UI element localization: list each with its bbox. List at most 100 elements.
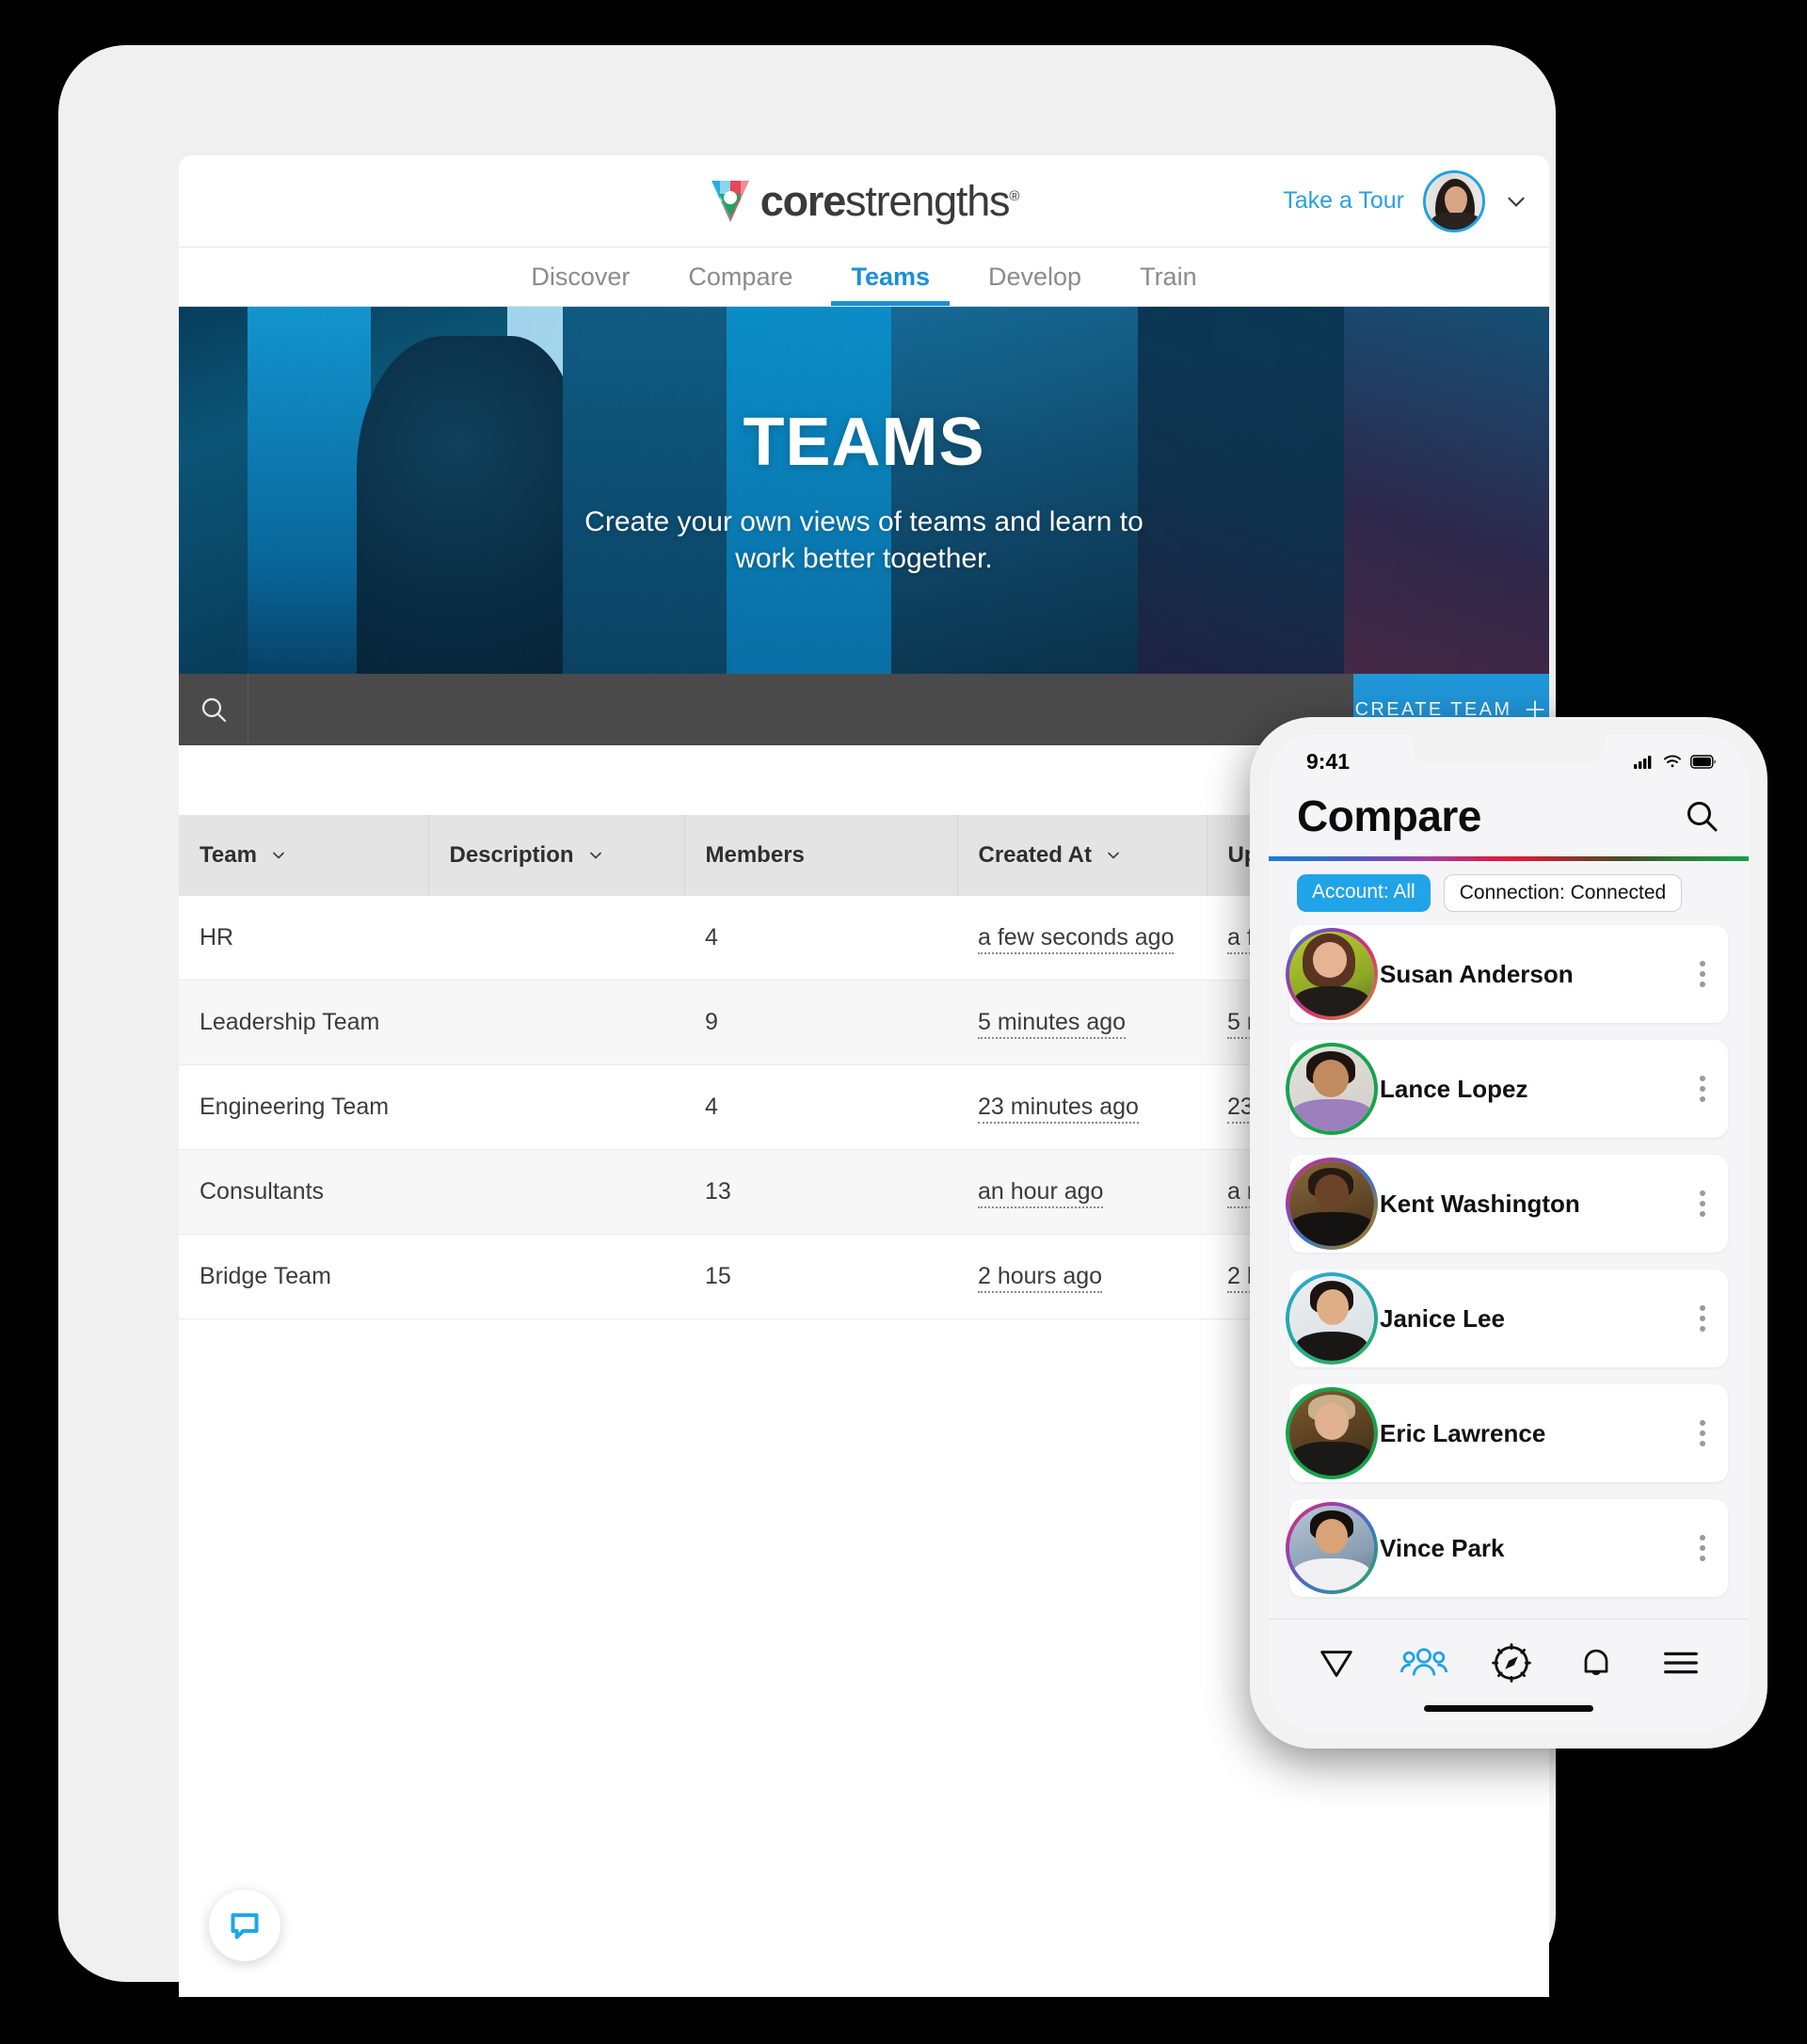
list-item[interactable]: Janice Lee (1286, 1270, 1728, 1367)
column-header-created-at-label: Created At (978, 842, 1092, 868)
cell-created-at: 5 minutes ago (957, 980, 1207, 1065)
nav-item-develop[interactable]: Develop (959, 248, 1111, 306)
search-icon[interactable] (1683, 797, 1720, 835)
phone-screen: 9:41 Compare Account: All Connection: Co… (1269, 734, 1749, 1732)
column-header-team-label: Team (200, 842, 257, 868)
cell-team: HR (179, 896, 428, 981)
kebab-menu-icon[interactable] (1700, 961, 1705, 987)
kebab-menu-icon[interactable] (1700, 1190, 1705, 1217)
person-name: Eric Lawrence (1380, 1418, 1546, 1447)
avatar (1286, 1387, 1378, 1479)
cell-members: 9 (684, 980, 957, 1065)
nav-item-teams[interactable]: Teams (822, 248, 959, 306)
column-header-members[interactable]: Members (684, 815, 958, 896)
chip-account-filter[interactable]: Account: All (1297, 874, 1431, 912)
avatar (1286, 1502, 1378, 1594)
status-bar-icons (1634, 754, 1717, 769)
cell-members: 15 (684, 1234, 957, 1319)
cell-created-at: a few seconds ago (957, 896, 1207, 981)
list-item[interactable]: Kent Washington (1286, 1155, 1728, 1253)
kebab-menu-icon[interactable] (1700, 1535, 1705, 1561)
avatar-image (1426, 172, 1482, 230)
avatar (1286, 928, 1378, 1020)
people-list[interactable]: Susan Anderson Lance Lopez Kent Washingt… (1269, 921, 1749, 1619)
page-title: Compare (1297, 791, 1481, 840)
take-a-tour-link[interactable]: Take a Tour (1283, 187, 1404, 215)
avatar (1286, 1272, 1378, 1365)
chat-bubble-icon (231, 1913, 259, 1940)
kebab-menu-icon[interactable] (1700, 1420, 1705, 1446)
corestrengths-logo[interactable]: corestrengths® (710, 177, 1020, 225)
person-name: Lance Lopez (1380, 1074, 1528, 1103)
search-input-cell[interactable] (248, 674, 1353, 745)
kebab-menu-icon[interactable] (1700, 1305, 1705, 1332)
chat-widget-button[interactable] (209, 1890, 280, 1961)
column-header-description-label: Description (449, 842, 574, 868)
created-at-value[interactable]: an hour ago (978, 1178, 1104, 1208)
phone-device-frame: 9:41 Compare Account: All Connection: Co… (1250, 717, 1767, 1749)
cell-members: 4 (684, 1064, 957, 1150)
main-nav: Discover Compare Teams Develop Train (179, 248, 1549, 307)
cell-description (428, 1149, 684, 1235)
nav-item-train[interactable]: Train (1111, 248, 1226, 306)
chevron-down-icon (1108, 852, 1119, 859)
bell-icon[interactable] (1575, 1641, 1617, 1685)
cell-description (428, 1234, 684, 1319)
column-header-created-at[interactable]: Created At (957, 815, 1207, 896)
search-icon-cell[interactable] (179, 674, 248, 745)
hamburger-menu-icon[interactable] (1659, 1641, 1703, 1685)
people-group-icon[interactable] (1399, 1641, 1447, 1685)
created-at-value[interactable]: 5 minutes ago (978, 1009, 1127, 1039)
created-at-value[interactable]: 23 minutes ago (978, 1094, 1139, 1124)
nav-item-discover[interactable]: Discover (502, 248, 659, 306)
kebab-menu-icon[interactable] (1700, 1076, 1705, 1102)
triangle-down-icon[interactable] (1315, 1641, 1358, 1685)
person-name: Susan Anderson (1380, 959, 1574, 988)
phone-status-bar: 9:41 (1269, 734, 1749, 785)
avatar[interactable] (1423, 169, 1485, 232)
cellular-signal-icon (1634, 756, 1652, 769)
column-header-description[interactable]: Description (428, 815, 685, 896)
cell-team: Consultants (179, 1149, 428, 1235)
avatar (1286, 1043, 1378, 1135)
list-item[interactable]: Eric Lawrence (1286, 1384, 1728, 1482)
list-item[interactable]: Lance Lopez (1286, 1040, 1728, 1138)
nav-item-compare[interactable]: Compare (659, 248, 822, 306)
cell-team: Bridge Team (179, 1234, 428, 1319)
status-bar-time: 9:41 (1306, 748, 1351, 774)
phone-bottom-nav (1269, 1619, 1749, 1705)
search-icon (201, 697, 226, 723)
app-header: corestrengths® Take a Tour (179, 155, 1549, 248)
logo-strengths: strengths (845, 177, 1011, 225)
cell-description (428, 896, 684, 981)
cell-created-at: an hour ago (957, 1149, 1207, 1235)
column-header-team[interactable]: Team (179, 815, 429, 896)
chevron-down-icon (589, 852, 601, 859)
search-input[interactable] (265, 696, 1336, 723)
cell-team: Leadership Team (179, 980, 428, 1065)
hero-title: TEAMS (743, 405, 985, 480)
home-indicator[interactable] (1424, 1705, 1593, 1712)
created-at-value[interactable]: a few seconds ago (978, 924, 1175, 954)
person-name: Vince Park (1380, 1533, 1505, 1562)
filter-chips-row: Account: All Connection: Connected (1269, 861, 1749, 921)
chevron-down-icon (273, 852, 284, 859)
wifi-icon (1664, 755, 1681, 768)
cell-created-at: 23 minutes ago (957, 1064, 1207, 1150)
cell-created-at: 2 hours ago (957, 1234, 1207, 1319)
chip-connection-filter[interactable]: Connection: Connected (1443, 874, 1683, 912)
list-item[interactable]: Vince Park (1286, 1499, 1728, 1597)
hero-subtitle: Create your own views of teams and learn… (584, 506, 1143, 574)
list-item[interactable]: Susan Anderson (1286, 925, 1728, 1023)
cell-description (428, 1064, 684, 1150)
compass-icon[interactable] (1490, 1641, 1533, 1685)
chevron-down-icon[interactable] (1504, 189, 1528, 214)
screenshot-stage: corestrengths® Take a Tour Discover Comp… (0, 0, 1807, 2044)
corestrengths-logo-mark (711, 180, 749, 222)
header-right-cluster: Take a Tour (1283, 169, 1528, 232)
cell-members: 4 (684, 896, 957, 981)
logo-wordmark: corestrengths® (760, 177, 1020, 225)
created-at-value[interactable]: 2 hours ago (978, 1263, 1103, 1293)
logo-registered-mark: ® (1009, 188, 1019, 204)
cell-members: 13 (684, 1149, 957, 1235)
